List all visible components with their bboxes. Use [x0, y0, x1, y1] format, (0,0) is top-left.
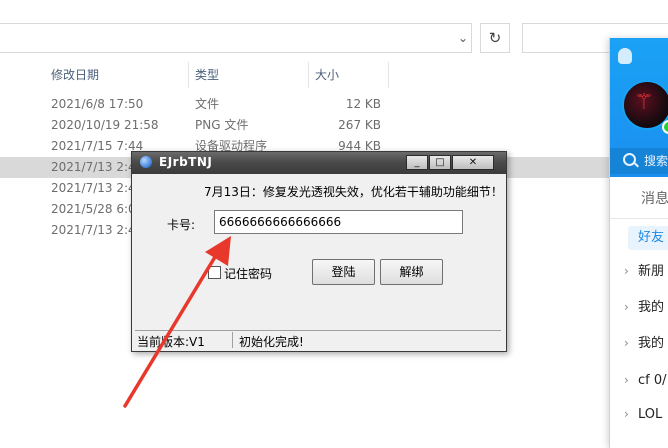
card-number-input[interactable] [214, 210, 463, 234]
file-date: 2020/10/19 21:58 [51, 118, 159, 132]
search-icon [623, 153, 636, 166]
status-divider [232, 332, 233, 348]
chevron-right-icon: › [624, 336, 629, 350]
maximize-button[interactable]: □ [429, 155, 451, 170]
qq-search-label: 搜索 [644, 154, 668, 168]
status-bar: 当前版本:V1 初始化完成! [135, 330, 501, 349]
file-size: 267 KB [338, 118, 381, 132]
column-header-size[interactable]: 大小 [309, 62, 389, 88]
chevron-right-icon: › [624, 373, 629, 387]
friend-group[interactable]: › LOL [624, 404, 662, 424]
chevron-right-icon: › [624, 300, 629, 314]
friend-group[interactable]: › 我的 [624, 297, 664, 317]
qq-header: ⚚ 搜索 [610, 38, 668, 177]
file-date: 2021/7/13 2:4 [51, 223, 136, 237]
file-date: 2021/7/15 7:44 [51, 139, 144, 153]
friend-group-label: cf 0/ [638, 373, 667, 388]
remember-password-checkbox[interactable]: 记住密码 [208, 265, 272, 283]
status-message: 初始化完成! [239, 335, 304, 349]
qq-search-bar[interactable]: 搜索 [610, 148, 668, 174]
status-version: 当前版本:V1 [137, 335, 205, 349]
friend-group[interactable]: › 我的 [624, 333, 664, 353]
minimize-button[interactable]: _ [406, 155, 428, 170]
unbind-button[interactable]: 解绑 [380, 259, 443, 285]
qq-logo-icon [618, 48, 632, 64]
friend-group-label: LOL [638, 407, 663, 422]
avatar-mark-icon: ⚚ [634, 90, 654, 115]
table-row[interactable]: 2020/10/19 21:58 PNG 文件 267 KB [0, 115, 620, 136]
avatar[interactable]: ⚚ [622, 80, 668, 130]
checkbox-icon[interactable] [208, 266, 221, 279]
chevron-right-icon: › [624, 407, 629, 421]
file-date: 2021/7/13 2:4 [51, 160, 136, 174]
tab-friends[interactable]: 好友 [628, 226, 668, 250]
file-date: 2021/7/13 2:4 [51, 181, 136, 195]
dialog-titlebar[interactable]: EJrbTNJ _ □ ✕ [132, 152, 506, 174]
file-date: 2021/6/8 17:50 [51, 97, 144, 111]
card-number-label: 卡号: [167, 218, 196, 232]
friend-group-label: 我的 [638, 300, 665, 315]
friend-group[interactable]: › 新朋 [624, 261, 664, 281]
divider [610, 218, 668, 219]
dialog-title: EJrbTNJ [159, 155, 213, 169]
close-button[interactable]: ✕ [452, 155, 494, 170]
update-notice: 7月13日：修复发光透视失效，优化若干辅助功能细节！ [204, 185, 503, 199]
online-status-icon [662, 120, 668, 134]
chevron-right-icon: › [624, 264, 629, 278]
friend-group-label: 我的 [638, 336, 665, 351]
login-button[interactable]: 登陆 [312, 259, 375, 285]
tab-messages[interactable]: 消息 [641, 188, 668, 208]
app-icon [140, 156, 152, 168]
qq-panel: ⚚ 搜索 消息 好友 › 新朋 › 我的 › 我的 › cf 0/ › LOL [609, 38, 668, 448]
refresh-button[interactable]: ↻ [480, 23, 510, 53]
login-dialog: EJrbTNJ _ □ ✕ 7月13日：修复发光透视失效，优化若干辅助功能细节！… [131, 151, 507, 352]
table-row[interactable]: 2021/6/8 17:50 文件 12 KB [0, 94, 620, 115]
file-date: 2021/5/28 6:0 [51, 202, 136, 216]
address-bar[interactable] [0, 23, 472, 53]
chevron-down-icon[interactable]: ⌄ [456, 31, 470, 45]
file-type: 文件 [195, 97, 220, 111]
friend-group-label: 新朋 [638, 264, 665, 279]
remember-password-label: 记住密码 [224, 267, 273, 281]
column-header-date[interactable]: 修改日期 [45, 62, 189, 88]
friend-group[interactable]: › cf 0/ [624, 370, 667, 390]
file-size: 12 KB [345, 97, 381, 111]
file-type: PNG 文件 [195, 118, 249, 132]
column-header-type[interactable]: 类型 [189, 62, 309, 88]
